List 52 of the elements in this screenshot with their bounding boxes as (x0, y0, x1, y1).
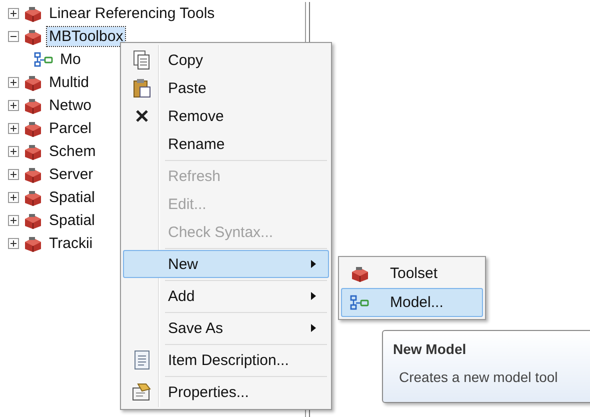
tree-item[interactable]: Trackii (47, 234, 95, 253)
menu-item[interactable]: Paste (123, 74, 329, 102)
toolset-icon (350, 264, 370, 282)
toolbox-icon (23, 142, 43, 160)
tree-item[interactable]: Spatial (47, 211, 97, 230)
tree-item[interactable]: Parcel (47, 119, 94, 138)
tree-item[interactable]: Spatial (47, 188, 97, 207)
toolbox-icon (23, 234, 43, 252)
tree-item[interactable]: Linear Referencing Tools (47, 4, 217, 23)
expander-toggle[interactable] (8, 123, 19, 134)
expander-toggle[interactable] (8, 192, 19, 203)
paste-icon (133, 78, 151, 98)
tree-item[interactable]: Schem (47, 142, 98, 161)
close-icon (135, 109, 149, 123)
document-icon (134, 350, 150, 370)
menu-item[interactable]: Item Description... (123, 346, 329, 374)
toolbox-icon (23, 120, 43, 138)
expander-toggle[interactable] (8, 31, 19, 42)
menu-item[interactable]: Toolset (341, 259, 483, 288)
expander-toggle[interactable] (8, 215, 19, 226)
toolbox-icon (23, 96, 43, 114)
tree-item[interactable]: Multid (47, 73, 92, 92)
menu-item[interactable]: Properties... (123, 378, 329, 406)
properties-icon (132, 383, 152, 401)
expander-toggle[interactable] (8, 100, 19, 111)
menu-item[interactable]: New (123, 250, 329, 278)
model-icon (350, 294, 370, 310)
menu-item[interactable]: Remove (123, 102, 329, 130)
expander-toggle[interactable] (8, 238, 19, 249)
expander-toggle[interactable] (8, 169, 19, 180)
toolbox-icon (23, 166, 43, 184)
menu-item[interactable]: Rename (123, 130, 329, 158)
toolbox-icon (23, 74, 43, 92)
expander-toggle[interactable] (8, 146, 19, 157)
expander-toggle[interactable] (8, 77, 19, 88)
tooltip-text: Creates a new model tool (399, 369, 559, 385)
menu-item[interactable]: Copy (123, 46, 329, 74)
tree-item[interactable]: MBToolbox (47, 27, 126, 46)
copy-icon (133, 50, 151, 70)
toolbox-icon (23, 28, 43, 46)
toolbox-icon (23, 212, 43, 230)
tree-item[interactable]: Mo (58, 50, 83, 69)
expander-toggle[interactable] (8, 8, 19, 19)
toolbox-icon (23, 188, 43, 206)
model-icon (34, 52, 54, 68)
toolbox-icon (23, 4, 43, 22)
tree-item[interactable]: Netwo (47, 96, 94, 115)
menu-item[interactable]: Model... (341, 288, 483, 317)
tooltip-title: New Model (393, 341, 468, 357)
menu-item[interactable]: Add (123, 282, 329, 310)
menu-item[interactable]: Save As (123, 314, 329, 342)
tree-item[interactable]: Server (47, 165, 96, 184)
